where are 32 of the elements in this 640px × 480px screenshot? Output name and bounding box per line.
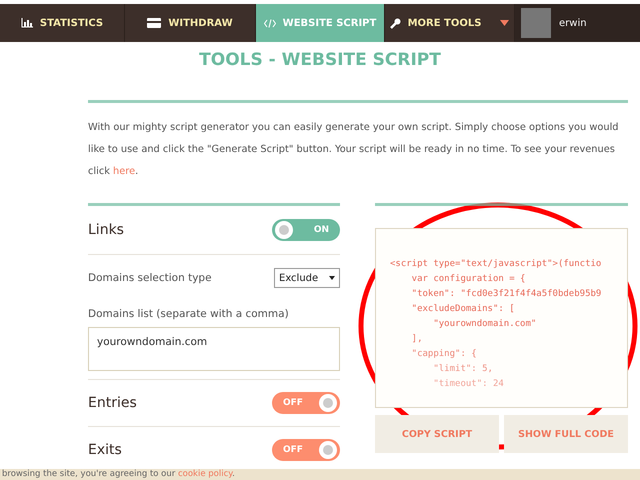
code-line: var configuration = {: [410, 273, 526, 286]
caret-icon: [329, 276, 335, 280]
option-label: Domains selection type: [88, 272, 212, 284]
action-button[interactable]: COPY SCRIPT: [375, 415, 499, 453]
here-link[interactable]: here: [113, 166, 136, 177]
code-icon: [264, 18, 276, 28]
page-title: TOOLS - WEBSITE SCRIPT: [198, 50, 442, 70]
card-icon: [147, 18, 162, 28]
cookie-notice: browsing the site, you're agreeing to our cookie policy.: [0, 469, 640, 480]
user-menu[interactable]: erwin: [515, 4, 640, 42]
intro-paragraph: With our mighty script generator you can easily generate your own script. Simply choose options you would like to use and click the "Generate Script" button. Your script will be ready in no time. To see your revenues click here.: [88, 121, 620, 179]
code-line: "excludeDomains": [: [410, 303, 516, 316]
option-label: Entries: [88, 395, 137, 411]
toggle-switch[interactable]: OFF: [272, 392, 340, 414]
option-label: Domains list (separate with a comma): [88, 308, 289, 320]
toggle-switch[interactable]: ON: [272, 219, 340, 241]
input-field[interactable]: yourowndomain.com: [88, 327, 340, 371]
code-line: "yourowndomain.com": [432, 318, 538, 331]
code-line: "token": "fcd0e3f21f4f4a5f0bdeb95b9: [410, 288, 602, 301]
code-line: "capping": {: [410, 348, 478, 361]
cookie-policy-link[interactable]: cookie policy: [178, 469, 232, 479]
nav-tab[interactable]: WEBSITE SCRIPT: [256, 4, 385, 42]
code-line: "timeout": 24: [432, 378, 505, 391]
code-line: ],: [410, 333, 424, 346]
toggle-switch[interactable]: OFF: [272, 439, 340, 461]
select-field[interactable]: Exclude: [274, 268, 340, 288]
bar-chart-icon: [20, 18, 33, 28]
code-line: <script type="text/javascript">(functio: [390, 258, 602, 271]
code-line: "limit": 5,: [432, 363, 494, 376]
option-label: Links: [88, 222, 124, 238]
action-button[interactable]: SHOW FULL CODE: [504, 415, 628, 453]
option-label: Exits: [88, 442, 122, 458]
